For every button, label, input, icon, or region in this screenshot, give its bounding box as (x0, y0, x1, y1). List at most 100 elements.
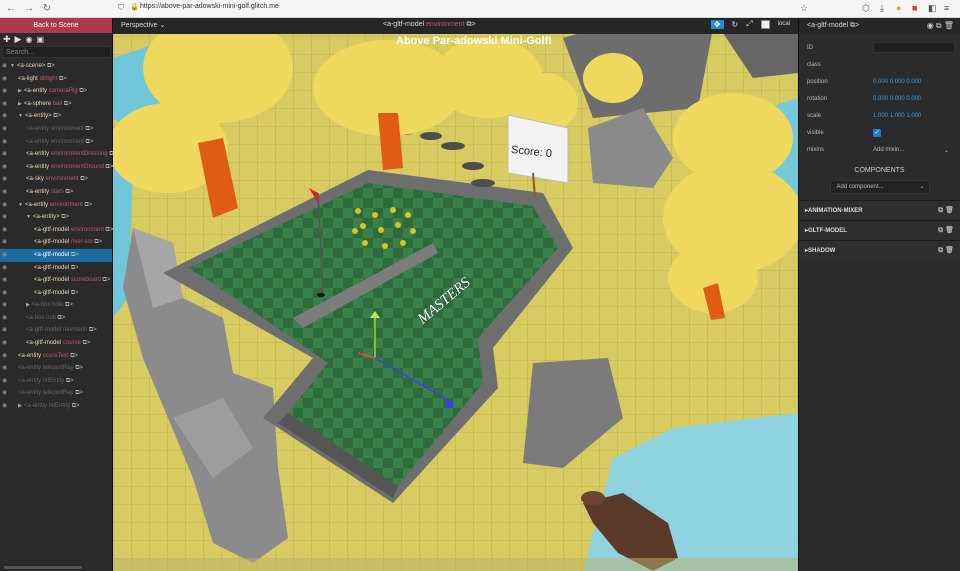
clone-icon[interactable]: ⧉> (57, 76, 67, 82)
tree-row[interactable]: ◉ ▶ <a-sphere ball ⧉> (0, 98, 112, 111)
rotation-z[interactable]: 0.000 (906, 96, 921, 102)
scale-tool-icon[interactable]: ⤢ (746, 19, 752, 29)
tree-row[interactable]: ◉ ▶ <a-entity cameraRig ⧉> (0, 85, 112, 98)
eye-icon[interactable]: ◉ (2, 274, 7, 287)
clone-icon[interactable]: ⧉> (87, 327, 97, 333)
tree-row[interactable]: ◉ <a-sky environment ⧉> (0, 173, 112, 186)
clone-icon[interactable]: ⧉> (93, 239, 102, 245)
eye-icon[interactable]: ◉ (2, 148, 7, 161)
forward-arrow-icon[interactable]: → (22, 3, 36, 14)
eye-icon[interactable]: ◉ (2, 262, 7, 275)
tree-row[interactable]: ◉ ▼ <a-entity> ⧉> (0, 110, 112, 123)
component-header[interactable]: ▸ SHADOW ⧉ 🗑 (799, 240, 960, 260)
tree-row[interactable]: ◉ <a-box ooti ⧉> (0, 312, 112, 325)
tree-row[interactable]: ◉ ▼ <a-entity> ⧉> (0, 211, 112, 224)
expand-toggle-icon[interactable]: ▶ (18, 403, 22, 409)
eye-icon[interactable]: ◉ (2, 236, 7, 249)
extension-icon[interactable]: ● (896, 3, 901, 13)
add-component-select[interactable]: Add component... ⌄ (829, 180, 930, 194)
tree-row[interactable]: ◉ <a-entity teleportRay ⧉> (0, 362, 112, 375)
play-icon[interactable]: ▶ (15, 34, 22, 45)
eye-icon[interactable]: ◉ (2, 400, 7, 413)
clone-icon[interactable]: ⧉> (52, 113, 61, 119)
expand-toggle-icon[interactable]: ▼ (26, 214, 31, 220)
tree-row[interactable]: ◉ <a-entity environmentGround ⧉> (0, 161, 113, 174)
local-checkbox[interactable] (760, 19, 770, 29)
tree-row[interactable]: ◉ ▶ <a-box hole ⧉> (0, 299, 112, 312)
eye-icon[interactable]: ◉ (2, 224, 7, 237)
clone-icon[interactable]: ⧉> (62, 101, 72, 107)
position-y[interactable]: 0.000 (890, 79, 905, 85)
expand-toggle-icon[interactable]: ▼ (10, 63, 15, 69)
eye-icon[interactable]: ◉ (2, 73, 7, 86)
tree-row[interactable]: ◉ <a-entity environment ⧉> (0, 136, 112, 149)
clone-icon[interactable]: ⧉> (84, 139, 94, 145)
viewport[interactable]: Perspective ⌄ <a-gltf-model environment … (113, 18, 798, 571)
back-to-scene-button[interactable]: Back to Scene (0, 18, 112, 33)
bookmark-star-icon[interactable]: ☆ (800, 3, 808, 14)
clone-icon[interactable]: ⧉> (84, 126, 94, 132)
scale-x[interactable]: 1.000 (873, 113, 888, 119)
eye-icon[interactable]: ◉ (2, 136, 7, 149)
eye-icon[interactable]: ◉ (2, 362, 7, 375)
tree-row[interactable]: ◉ ▶ <a-entity hitEntity ⧉> (0, 400, 112, 413)
copy-delete-icon[interactable]: ⧉ 🗑 (938, 246, 954, 255)
tree-row[interactable]: ◉ <a-entity environment ⧉> (0, 123, 112, 136)
expand-toggle-icon[interactable]: ▶ (26, 302, 30, 308)
eye-icon[interactable]: ◉ (2, 161, 7, 174)
tree-row[interactable]: ◉ <a-gltf-model ⧉> (0, 262, 112, 275)
clone-icon[interactable]: ⧉> (45, 63, 55, 69)
clone-icon[interactable]: ⧉> (79, 176, 88, 182)
expand-toggle-icon[interactable]: ▼ (18, 202, 23, 208)
tree-row[interactable]: ◉ <a-gltf-model ⧉> (0, 248, 112, 262)
tree-row[interactable]: ◉ <a-light dirlight ⧉> (0, 73, 112, 86)
clone-icon[interactable]: ⧉> (64, 378, 74, 384)
clone-icon[interactable]: ⧉> (104, 227, 114, 233)
component-header[interactable]: ▸ ANIMATION-MIXER ⧉ 🗑 (799, 200, 960, 220)
rotation-x[interactable]: 0.000 (873, 96, 888, 102)
eye-icon[interactable]: ◉ (2, 350, 7, 363)
eye-icon[interactable]: ◉ (2, 312, 7, 325)
rotation-y[interactable]: 0.000 (890, 96, 905, 102)
mixin-select[interactable]: Add mixin... ⌄ (873, 147, 951, 154)
clone-icon[interactable]: ⧉> (56, 315, 66, 321)
tree-row[interactable]: ◉ <a-gltf-model scoreboard ⧉> (0, 274, 112, 287)
translate-tool-icon[interactable]: ✥ (710, 19, 724, 29)
tree-row[interactable]: ◉ <a-gltf-model ⧉> (0, 287, 112, 300)
clone-icon[interactable]: ⧉> (83, 202, 93, 208)
download-icon[interactable]: ⤓ (880, 3, 884, 14)
search-input[interactable]: Search... (2, 46, 111, 58)
clone-icon[interactable]: ⧉> (78, 88, 87, 94)
scale-z[interactable]: 1.000 (906, 113, 921, 119)
eye-icon[interactable]: ◉ (25, 35, 32, 44)
eye-icon[interactable]: ◉ (2, 211, 7, 224)
copy-icon[interactable]: ⧉ (466, 21, 471, 28)
eye-icon[interactable]: ◉ (2, 98, 7, 111)
camera-select[interactable]: Perspective ⌄ (121, 21, 165, 29)
back-arrow-icon[interactable]: ← (4, 3, 18, 14)
tree-row[interactable]: ◉ <a-gltf-model navmesh ⧉> (0, 324, 112, 337)
eye-icon[interactable]: ◉ (2, 375, 7, 388)
url-bar[interactable]: https://above-par-adowski-mini-golf.glit… (140, 3, 279, 10)
clone-icon[interactable]: ⧉> (74, 390, 83, 396)
clone-icon[interactable]: ⧉> (69, 252, 79, 258)
save-icon[interactable]: ▣ (36, 35, 44, 44)
expand-toggle-icon[interactable]: ▼ (18, 113, 23, 119)
eye-icon[interactable]: ◉ (2, 387, 7, 400)
eye-icon[interactable]: ◉ (2, 173, 7, 186)
position-z[interactable]: 0.000 (906, 79, 921, 85)
id-input[interactable] (873, 42, 955, 53)
eye-icon[interactable]: ◉ (2, 123, 7, 136)
tree-row[interactable]: ◉ ▼ <a-entity environment ⧉> (0, 199, 112, 212)
clone-icon[interactable]: ⧉> (69, 265, 79, 271)
copy-delete-icon[interactable]: ⧉ 🗑 (938, 206, 954, 215)
add-entity-icon[interactable]: ✚ (3, 34, 11, 45)
tree-row[interactable]: ◉ <a-gltf-model course ⧉> (0, 337, 112, 350)
clone-icon[interactable]: ⧉> (69, 290, 79, 296)
clone-icon[interactable]: ⧉> (70, 403, 80, 409)
copy-icon[interactable]: ⧉ (850, 22, 855, 29)
rotate-tool-icon[interactable]: ↻ (732, 20, 739, 29)
eye-icon[interactable]: ◉ (2, 186, 7, 199)
extension-red-icon[interactable]: ■ (912, 3, 917, 13)
expand-toggle-icon[interactable]: ▶ (18, 101, 22, 107)
